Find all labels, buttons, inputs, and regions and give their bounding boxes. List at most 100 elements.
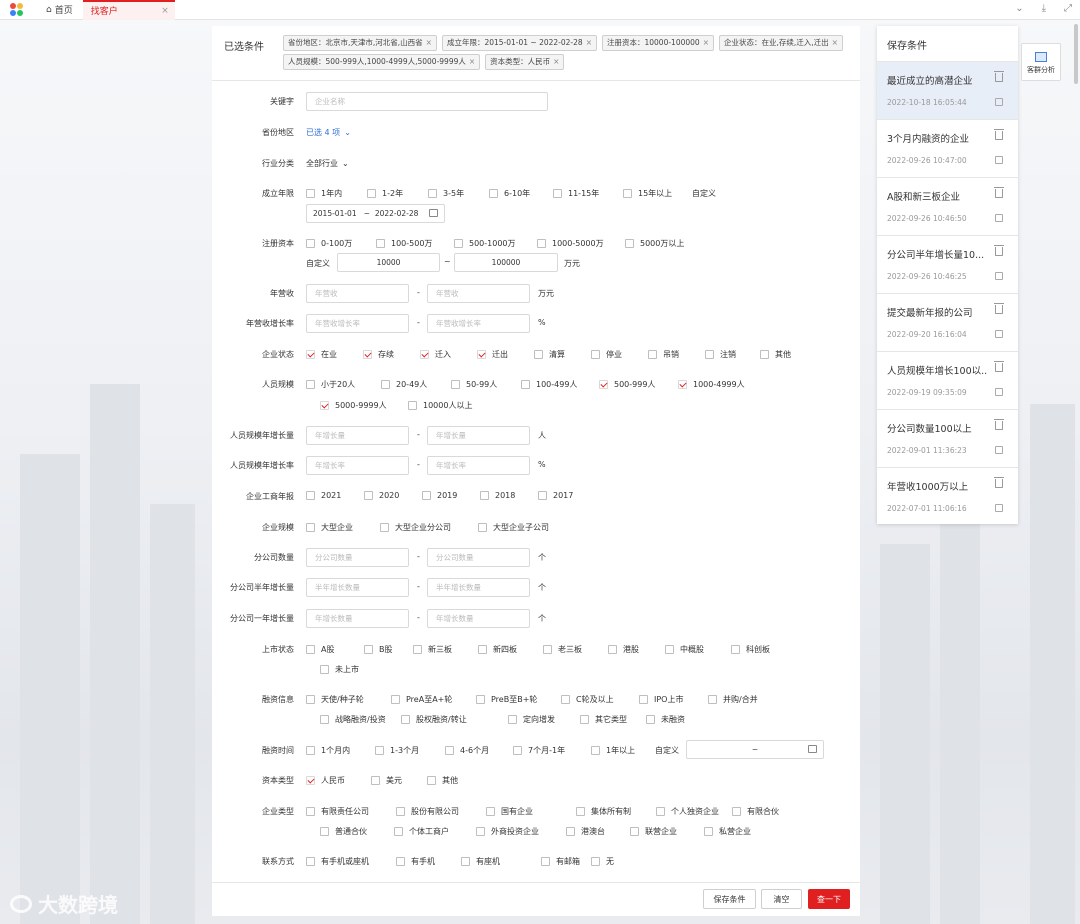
fin_time-date-range[interactable]: ~ <box>686 740 824 759</box>
status-option[interactable]: 吊销 <box>648 349 679 360</box>
staff-option[interactable]: 10000人以上 <box>408 400 472 411</box>
contact-option[interactable]: 有座机 <box>461 856 500 867</box>
checkbox-box[interactable] <box>665 645 674 654</box>
checkbox-box[interactable] <box>561 695 570 704</box>
checkbox-box[interactable] <box>413 645 422 654</box>
staff-option[interactable]: 20-49人 <box>381 379 427 390</box>
status-option[interactable]: 停业 <box>591 349 622 360</box>
contact-option[interactable]: 有邮箱 <box>541 856 580 867</box>
saved-condition-item[interactable]: 最近成立的高潜企业 2022-10-18 16:05:44 <box>877 61 1018 119</box>
staff-option[interactable]: 小于20人 <box>306 379 355 390</box>
years-option[interactable]: 1年内 <box>306 188 342 199</box>
cap_type-option[interactable]: 人民币 <box>306 775 345 786</box>
edit-icon[interactable] <box>995 156 1003 164</box>
checkbox-box[interactable] <box>477 350 486 359</box>
years-option[interactable]: 1-2年 <box>367 188 403 199</box>
checkbox-box[interactable] <box>320 715 329 724</box>
checkbox-box[interactable] <box>623 189 632 198</box>
financing-option[interactable]: C轮及以上 <box>561 694 614 705</box>
annual_report-option[interactable]: 2021 <box>306 491 341 500</box>
staff-option[interactable]: 100-499人 <box>521 379 577 390</box>
status-option[interactable]: 迁入 <box>420 349 451 360</box>
trash-icon[interactable] <box>994 477 1004 488</box>
listing-option[interactable]: 老三板 <box>543 644 582 655</box>
status-option[interactable]: 注销 <box>705 349 736 360</box>
ent_type-option[interactable]: 个人独资企业 <box>656 806 719 817</box>
saved-condition-item[interactable]: 年营收1000万以上 2022-07-01 11:06:16 <box>877 467 1018 525</box>
checkbox-box[interactable] <box>422 491 431 500</box>
revenue-max-input[interactable]: 年营收 <box>427 284 530 303</box>
checkbox-box[interactable] <box>537 239 546 248</box>
financing-option[interactable]: PreA至A+轮 <box>391 694 452 705</box>
annual_report-option[interactable]: 2019 <box>422 491 457 500</box>
checkbox-box[interactable] <box>396 807 405 816</box>
close-icon[interactable]: × <box>161 6 169 16</box>
search-button[interactable]: 查一下 <box>808 889 850 909</box>
tab-find-customers[interactable]: 找客户 × <box>82 0 175 20</box>
listing-option[interactable]: 未上市 <box>320 664 359 675</box>
financing-option[interactable]: PreB至B+轮 <box>476 694 537 705</box>
saved-condition-item[interactable]: 分公司半年增长量10... 2022-09-26 10:46:25 <box>877 235 1018 293</box>
years-option[interactable]: 3-5年 <box>428 188 464 199</box>
download-icon[interactable]: ⤓ <box>1042 3 1046 14</box>
checkbox-box[interactable] <box>306 523 315 532</box>
checkbox-box[interactable] <box>367 189 376 198</box>
annual_report-option[interactable]: 2017 <box>538 491 573 500</box>
trash-icon[interactable] <box>994 129 1004 140</box>
financing-option[interactable]: 股权融资/转让 <box>401 714 467 725</box>
branch_year-max-input[interactable]: 年增长数量 <box>427 609 530 628</box>
checkbox-box[interactable] <box>630 827 639 836</box>
checkbox-box[interactable] <box>461 857 470 866</box>
checkbox-box[interactable] <box>306 857 315 866</box>
listing-option[interactable]: 科创板 <box>731 644 770 655</box>
status-option[interactable]: 在业 <box>306 349 337 360</box>
scale-option[interactable]: 大型企业子公司 <box>478 522 549 533</box>
checkbox-box[interactable] <box>428 189 437 198</box>
checkbox-box[interactable] <box>306 695 315 704</box>
chevron-down-icon[interactable]: ⌄ <box>1015 3 1023 14</box>
checkbox-box[interactable] <box>364 645 373 654</box>
capital-min-input[interactable]: 10000 <box>337 253 440 272</box>
revenue_growth-max-input[interactable]: 年营收增长率 <box>427 314 530 333</box>
checkbox-box[interactable] <box>306 239 315 248</box>
branch_year-min-input[interactable]: 年增长数量 <box>306 609 409 628</box>
listing-option[interactable]: 新四板 <box>478 644 517 655</box>
fin_time-option[interactable]: 1年以上 <box>591 745 635 756</box>
checkbox-box[interactable] <box>380 523 389 532</box>
financing-option[interactable]: 天使/种子轮 <box>306 694 364 705</box>
checkbox-box[interactable] <box>576 807 585 816</box>
ent_type-option[interactable]: 国有企业 <box>486 806 533 817</box>
checkbox-box[interactable] <box>320 827 329 836</box>
staff-option[interactable]: 5000-9999人 <box>320 400 387 411</box>
capital-max-input[interactable]: 100000 <box>454 253 558 272</box>
financing-option[interactable]: 其它类型 <box>580 714 627 725</box>
checkbox-box[interactable] <box>306 807 315 816</box>
checkbox-box[interactable] <box>591 857 600 866</box>
ent_type-option[interactable]: 集体所有制 <box>576 806 631 817</box>
checkbox-box[interactable] <box>538 491 547 500</box>
saved-condition-item[interactable]: A股和新三板企业 2022-09-26 10:46:50 <box>877 177 1018 235</box>
listing-option[interactable]: A股 <box>306 644 334 655</box>
ent_type-option[interactable]: 个体工商户 <box>394 826 449 837</box>
checkbox-box[interactable] <box>375 746 384 755</box>
checkbox-box[interactable] <box>541 857 550 866</box>
financing-option[interactable]: 定向增发 <box>508 714 555 725</box>
checkbox-box[interactable] <box>306 645 315 654</box>
checkbox-box[interactable] <box>478 523 487 532</box>
listing-option[interactable]: 港股 <box>608 644 639 655</box>
province-select[interactable]: 已选 4 项 ⌄ <box>306 127 351 138</box>
checkbox-box[interactable] <box>320 665 329 674</box>
checkbox-box[interactable] <box>543 645 552 654</box>
checkbox-box[interactable] <box>656 807 665 816</box>
checkbox-box[interactable] <box>401 715 410 724</box>
years-option[interactable]: 11-15年 <box>553 188 599 199</box>
checkbox-box[interactable] <box>704 827 713 836</box>
edit-icon[interactable] <box>995 330 1003 338</box>
checkbox-box[interactable] <box>508 715 517 724</box>
edit-icon[interactable] <box>995 98 1003 106</box>
trash-icon[interactable] <box>994 419 1004 430</box>
capital-option[interactable]: 0-100万 <box>306 238 352 249</box>
checkbox-box[interactable] <box>760 350 769 359</box>
staff_growth-max-input[interactable]: 年增长量 <box>427 426 530 445</box>
checkbox-box[interactable] <box>364 491 373 500</box>
